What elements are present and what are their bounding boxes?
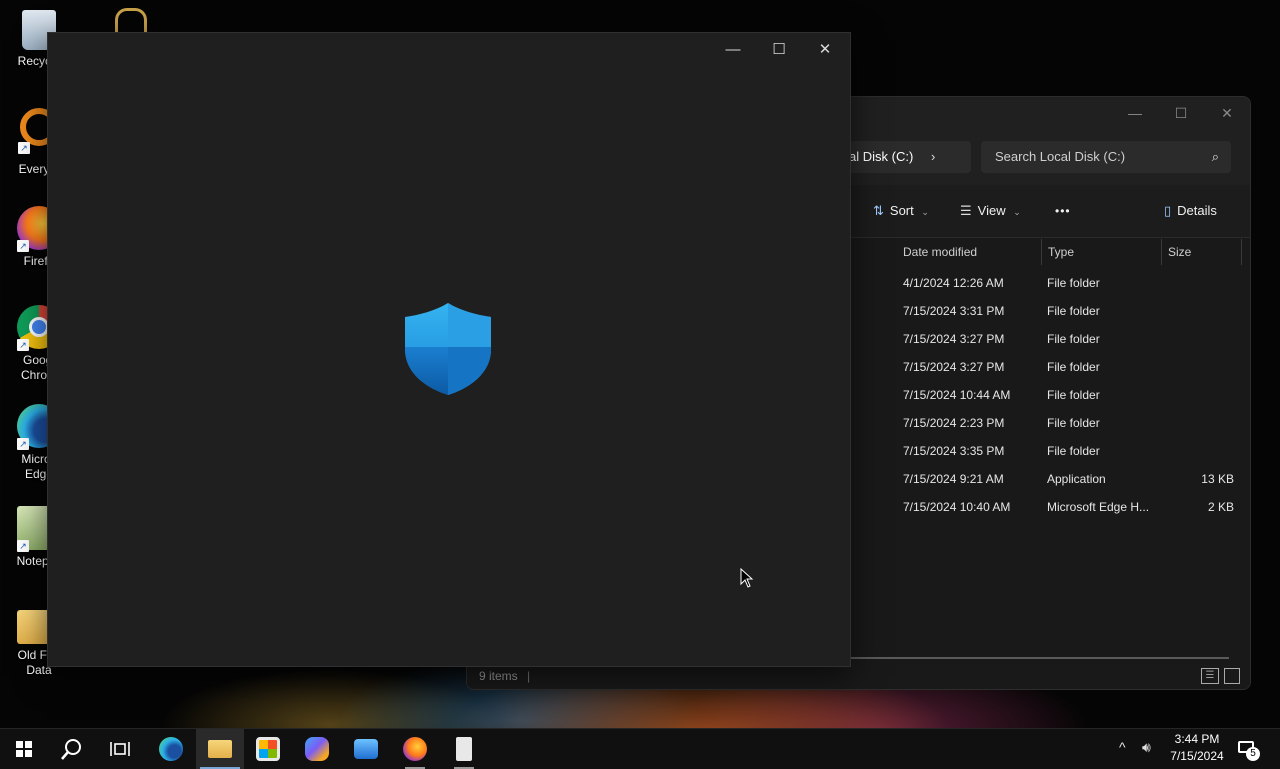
copilot-icon	[305, 737, 329, 761]
cell-date-modified: 7/15/2024 9:21 AM	[903, 472, 1004, 486]
taskbar-photos[interactable]	[342, 729, 390, 769]
mouse-cursor-icon	[740, 568, 754, 588]
view-button[interactable]: ☰ View ⌄	[960, 201, 1021, 221]
sort-label: Sort	[889, 203, 914, 218]
close-icon[interactable]: ✕	[802, 33, 848, 67]
task-view-button[interactable]	[96, 729, 144, 769]
close-icon[interactable]: ✕	[1204, 97, 1250, 129]
details-view-icon[interactable]: ☰	[1201, 668, 1219, 684]
clock[interactable]: 3:44 PM 7/15/2024	[1166, 731, 1228, 765]
address-text: al Disk (C:)	[849, 149, 914, 164]
folder-icon	[208, 740, 232, 758]
windows-logo-icon	[16, 741, 32, 757]
cell-type: File folder	[1047, 416, 1100, 430]
cell-type: File folder	[1047, 304, 1100, 318]
cell-type: File folder	[1047, 332, 1100, 346]
notification-center-button[interactable]: 5	[1236, 739, 1260, 761]
firefox-icon	[403, 737, 427, 761]
clock-time: 3:44 PM	[1174, 732, 1220, 746]
cell-date-modified: 7/15/2024 3:27 PM	[903, 360, 1005, 374]
photos-icon	[354, 739, 378, 759]
cell-date-modified: 7/15/2024 10:40 AM	[903, 500, 1011, 514]
taskbar-search-button[interactable]	[48, 729, 96, 769]
shortcut-arrow-icon: ↗	[17, 240, 29, 252]
cell-type: File folder	[1047, 276, 1100, 290]
cell-type: File folder	[1047, 444, 1100, 458]
task-view-icon	[110, 742, 130, 756]
start-button[interactable]	[0, 729, 48, 769]
shortcut-arrow-icon: ↗	[17, 339, 29, 351]
cell-date-modified: 7/15/2024 2:23 PM	[903, 416, 1005, 430]
minimize-icon[interactable]: —	[1112, 97, 1158, 129]
cell-type: File folder	[1047, 360, 1100, 374]
details-pane-button[interactable]: ▯ Details	[1164, 201, 1217, 221]
notification-count-badge: 5	[1246, 747, 1260, 761]
cell-type: Microsoft Edge H...	[1047, 500, 1150, 514]
cell-size: 13 KB	[1201, 472, 1234, 486]
cell-date-modified: 7/15/2024 10:44 AM	[903, 388, 1011, 402]
clock-date: 7/15/2024	[1170, 749, 1224, 763]
taskbar-microsoft-store[interactable]	[244, 729, 292, 769]
search-placeholder: Search Local Disk (C:)	[995, 149, 1126, 164]
chevron-down-icon: ⌄	[1013, 207, 1021, 217]
cell-date-modified: 7/15/2024 3:31 PM	[903, 304, 1005, 318]
search-icon	[61, 739, 81, 760]
cell-date-modified: 7/15/2024 3:35 PM	[903, 444, 1005, 458]
taskbar-edge[interactable]	[147, 729, 195, 769]
cell-date-modified: 4/1/2024 12:26 AM	[903, 276, 1004, 290]
taskbar: ^ 🔊︎ 3:44 PM 7/15/2024 5	[0, 728, 1280, 769]
volume-icon[interactable]: 🔊︎	[1142, 739, 1151, 756]
cell-type: Application	[1047, 472, 1106, 486]
taskbar-app[interactable]	[440, 729, 488, 769]
column-header-size[interactable]: Size	[1162, 239, 1242, 265]
store-icon	[256, 737, 280, 761]
tiles-view-icon[interactable]	[1224, 668, 1240, 684]
horizontal-scrollbar[interactable]	[849, 657, 1229, 659]
shortcut-arrow-icon: ↗	[17, 438, 29, 450]
padlock-icon	[115, 8, 147, 33]
shortcut-arrow-icon: ↗	[17, 540, 29, 552]
taskbar-copilot[interactable]	[293, 729, 341, 769]
view-label: View	[977, 203, 1006, 218]
edge-icon	[159, 737, 183, 761]
search-input[interactable]: Search Local Disk (C:) ⌕	[981, 141, 1231, 173]
column-header-date-modified[interactable]: Date modified	[897, 239, 1042, 265]
address-bar[interactable]: al Disk (C:) ›	[849, 141, 971, 173]
security-app-window[interactable]: — ☐ ✕	[47, 32, 851, 667]
chevron-right-icon[interactable]: ›	[931, 141, 935, 173]
view-list-icon: ☰	[960, 203, 972, 218]
details-label: Details	[1177, 203, 1217, 218]
search-icon: ⌕	[1211, 149, 1219, 164]
taskbar-firefox[interactable]	[391, 729, 439, 769]
details-pane-icon: ▯	[1164, 203, 1172, 218]
minimize-icon[interactable]: —	[710, 33, 756, 67]
cell-size: 2 KB	[1207, 500, 1234, 514]
taskbar-file-explorer[interactable]	[196, 729, 244, 769]
more-options-button[interactable]: •••	[1055, 201, 1071, 221]
cell-type: File folder	[1047, 388, 1100, 402]
sort-button[interactable]: ⇅ Sort ⌄	[873, 201, 929, 221]
maximize-icon[interactable]: ☐	[1158, 97, 1204, 129]
cell-date-modified: 7/15/2024 3:27 PM	[903, 332, 1005, 346]
chevron-down-icon: ⌄	[921, 207, 929, 217]
document-app-icon	[456, 737, 472, 761]
show-hidden-icons-chevron-up-icon[interactable]: ^	[1119, 739, 1126, 755]
maximize-icon[interactable]: ☐	[756, 33, 802, 67]
desktop-icon-unknown[interactable]	[92, 8, 170, 33]
sort-icon: ⇅	[873, 203, 884, 218]
shortcut-arrow-icon: ↗	[18, 142, 30, 154]
column-header-type[interactable]: Type	[1042, 239, 1162, 265]
security-shield-icon	[405, 303, 491, 395]
